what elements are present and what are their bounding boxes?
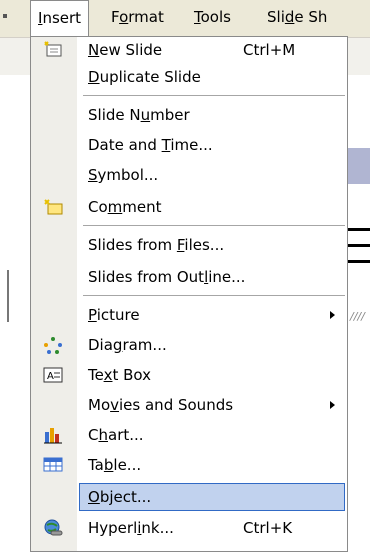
menu-separator xyxy=(83,295,345,296)
new-slide-icon xyxy=(43,41,63,59)
insert-menu: New Slide Ctrl+M Duplicate Slide Slide N… xyxy=(30,36,348,552)
menu-item-label: Date and Time... xyxy=(88,136,213,154)
svg-text:A: A xyxy=(47,371,54,382)
menu-item-symbol[interactable]: Symbol... xyxy=(31,159,347,191)
menu-item-comment[interactable]: Comment xyxy=(31,191,347,223)
menu-slide-show[interactable]: Slide Sh xyxy=(260,0,334,35)
slide-title-band xyxy=(345,148,370,184)
hyperlink-icon xyxy=(43,519,63,537)
menu-item-slides-from-outline[interactable]: Slides from Outline... xyxy=(31,261,347,293)
menu-item-label: Slides from Outline... xyxy=(88,268,246,286)
menu-item-label: Text Box xyxy=(88,366,152,384)
menu-item-label: Slides from Files... xyxy=(88,236,225,254)
menu-item-label: Movies and Sounds xyxy=(88,396,234,414)
toolbar-grip xyxy=(3,14,7,18)
menu-item-label: Table... xyxy=(88,456,142,474)
menu-item-label: Chart... xyxy=(88,426,144,444)
menu-item-slide-number[interactable]: Slide Number xyxy=(31,99,347,131)
menu-item-date-and-time[interactable]: Date and Time... xyxy=(31,129,347,161)
slide-content-stroke xyxy=(345,244,370,247)
menu-item-diagram[interactable]: Diagram... xyxy=(31,329,347,361)
menu-item-text-box[interactable]: A Text Box xyxy=(31,359,347,391)
chart-icon xyxy=(43,426,63,444)
slide-content-stroke xyxy=(345,228,370,231)
table-icon xyxy=(43,456,63,474)
menu-item-slides-from-files[interactable]: Slides from Files... xyxy=(31,229,347,261)
menu-separator xyxy=(83,225,345,226)
menu-item-table[interactable]: Table... xyxy=(31,449,347,481)
menu-item-label: Duplicate Slide xyxy=(88,68,201,86)
menu-item-duplicate-slide[interactable]: Duplicate Slide xyxy=(31,61,347,93)
menu-item-label: Picture xyxy=(88,306,140,324)
menu-item-object[interactable]: Object... xyxy=(79,481,345,513)
menu-item-label: Hyperlink... xyxy=(88,519,174,537)
diagram-icon xyxy=(43,336,63,354)
menu-separator xyxy=(83,95,345,96)
text-box-icon: A xyxy=(43,366,63,384)
menu-item-label: Slide Number xyxy=(88,106,190,124)
menu-item-hyperlink[interactable]: Hyperlink... Ctrl+K xyxy=(31,512,347,544)
submenu-arrow-icon xyxy=(330,311,335,319)
menu-bar: Insert Format Tools Slide Sh xyxy=(0,0,370,38)
slide-pane-divider xyxy=(7,270,9,322)
shortcut-text: Ctrl+K xyxy=(243,519,293,537)
menu-item-chart[interactable]: Chart... xyxy=(31,419,347,451)
slide-content-stroke xyxy=(345,260,370,263)
menu-format[interactable]: Format xyxy=(104,0,171,35)
menu-item-label: Symbol... xyxy=(88,166,159,184)
menu-item-label: Comment xyxy=(88,198,162,216)
menu-item-picture[interactable]: Picture xyxy=(31,299,347,331)
menu-tools[interactable]: Tools xyxy=(187,0,238,35)
document-edge xyxy=(0,0,30,558)
submenu-arrow-icon xyxy=(330,401,335,409)
menu-item-label: Object... xyxy=(88,488,152,506)
menu-item-label: Diagram... xyxy=(88,336,167,354)
comment-icon xyxy=(43,198,63,216)
slide-hatch: //// xyxy=(350,310,365,323)
menu-insert[interactable]: Insert xyxy=(30,0,90,37)
menu-item-movies-and-sounds[interactable]: Movies and Sounds xyxy=(31,389,347,421)
